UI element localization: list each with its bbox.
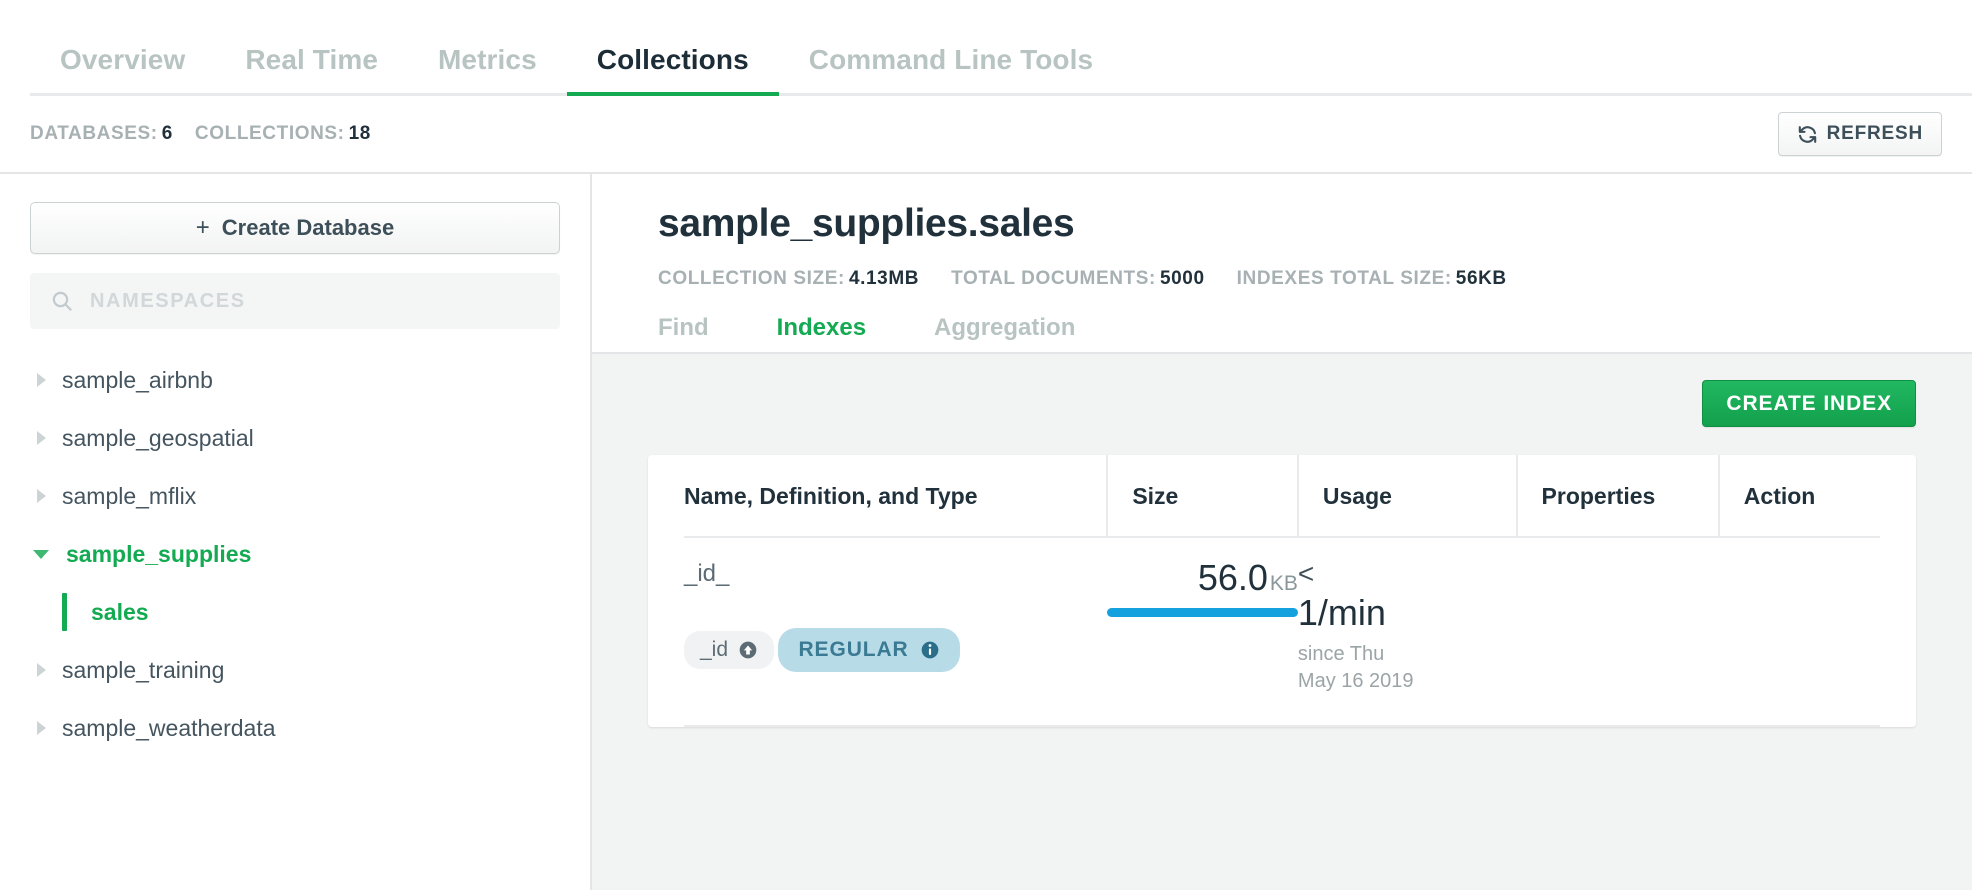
indexes-card: Name, Definition, and Type Size Usage Pr… xyxy=(648,455,1916,727)
namespace-search-placeholder: NAMESPACES xyxy=(90,290,246,313)
collection-sub-tab-bar: Find Indexes Aggregation xyxy=(592,290,1972,352)
index-name-cell: _id_ _id xyxy=(684,537,1107,726)
indexes-total-size-stat: INDEXES TOTAL SIZE:56KB xyxy=(1237,268,1507,290)
tab-aggregation[interactable]: Aggregation xyxy=(934,314,1075,352)
chevron-right-icon[interactable] xyxy=(30,489,52,503)
selected-indicator xyxy=(62,593,67,631)
cluster-stats-bar: DATABASES:6 COLLECTIONS:18 REFRESH xyxy=(0,96,1972,174)
database-name: sample_training xyxy=(62,657,224,684)
database-name: sample_geospatial xyxy=(62,425,254,452)
usage-since-line-2: May 16 2019 xyxy=(1298,668,1517,695)
indexes-total-size-label: INDEXES TOTAL SIZE: xyxy=(1237,268,1452,289)
tab-metrics[interactable]: Metrics xyxy=(408,44,567,96)
index-field-name: _id xyxy=(700,638,728,662)
databases-value: 6 xyxy=(162,123,173,144)
refresh-button[interactable]: REFRESH xyxy=(1778,112,1942,156)
indexes-content: CREATE INDEX Name, Definition, and Type … xyxy=(592,352,1972,890)
databases-label: DATABASES: xyxy=(30,123,158,144)
sidebar-item-sample-mflix[interactable]: sample_mflix xyxy=(30,467,560,525)
index-size-value: 56.0 xyxy=(1198,557,1268,598)
collection-size-value: 4.13MB xyxy=(849,268,919,289)
sidebar-item-sample-geospatial[interactable]: sample_geospatial xyxy=(30,409,560,467)
collections-label: COLLECTIONS: xyxy=(195,123,345,144)
tab-overview[interactable]: Overview xyxy=(30,44,215,96)
collection-size-label: COLLECTION SIZE: xyxy=(658,268,845,289)
databases-stat: DATABASES:6 xyxy=(30,123,173,145)
tab-command-line-tools[interactable]: Command Line Tools xyxy=(779,44,1123,96)
sidebar-item-sample-supplies[interactable]: sample_supplies xyxy=(30,525,560,583)
collection-name: sales xyxy=(91,599,149,626)
tab-find[interactable]: Find xyxy=(658,314,709,352)
indexes-table: Name, Definition, and Type Size Usage Pr… xyxy=(684,455,1880,727)
chevron-right-icon[interactable] xyxy=(30,373,52,387)
chevron-right-icon[interactable] xyxy=(30,721,52,735)
chevron-down-icon[interactable] xyxy=(30,550,52,559)
page-title: sample_supplies.sales xyxy=(658,202,1972,246)
collections-stat: COLLECTIONS:18 xyxy=(195,123,371,145)
create-index-button[interactable]: CREATE INDEX xyxy=(1702,380,1916,427)
atlas-collections-page: Overview Real Time Metrics Collections C… xyxy=(0,0,1972,890)
sort-ascending-icon xyxy=(738,640,758,660)
search-icon xyxy=(50,289,74,313)
collection-header: sample_supplies.sales COLLECTION SIZE:4.… xyxy=(592,174,1972,290)
index-action-cell xyxy=(1719,537,1880,726)
indexes-toolbar: CREATE INDEX xyxy=(648,380,1916,427)
collection-stats: COLLECTION SIZE:4.13MB TOTAL DOCUMENTS:5… xyxy=(658,268,1972,290)
namespace-tree: sample_airbnb sample_geospatial sample_m… xyxy=(30,351,560,757)
sidebar-item-collection-sales[interactable]: sales xyxy=(30,583,560,641)
collection-size-stat: COLLECTION SIZE:4.13MB xyxy=(658,268,919,290)
page-body: + Create Database NAMESPACES sample_airb… xyxy=(0,174,1972,890)
sidebar-item-sample-weatherdata[interactable]: sample_weatherdata xyxy=(30,699,560,757)
column-header-properties: Properties xyxy=(1517,455,1719,537)
index-size-bar xyxy=(1107,608,1298,617)
index-name: _id_ xyxy=(684,560,1107,588)
database-name: sample_airbnb xyxy=(62,367,213,394)
index-size-cell: 56.0KB xyxy=(1107,537,1298,726)
table-row: _id_ _id xyxy=(684,537,1880,726)
refresh-label: REFRESH xyxy=(1827,123,1923,145)
sidebar-item-sample-airbnb[interactable]: sample_airbnb xyxy=(30,351,560,409)
index-type-label: REGULAR xyxy=(798,638,908,662)
collection-detail-panel: sample_supplies.sales COLLECTION SIZE:4.… xyxy=(592,174,1972,890)
usage-since: since Thu May 16 2019 xyxy=(1298,641,1517,695)
index-properties-cell xyxy=(1517,537,1719,726)
usage-rate: 1/min xyxy=(1298,592,1517,633)
tab-collections[interactable]: Collections xyxy=(567,44,779,96)
namespace-sidebar: + Create Database NAMESPACES sample_airb… xyxy=(0,174,592,890)
column-header-action: Action xyxy=(1719,455,1880,537)
index-size-bar-track xyxy=(1107,608,1298,617)
sidebar-item-sample-training[interactable]: sample_training xyxy=(30,641,560,699)
database-name: sample_mflix xyxy=(62,483,196,510)
index-type-badge[interactable]: REGULAR xyxy=(778,628,959,672)
total-documents-label: TOTAL DOCUMENTS: xyxy=(951,268,1156,289)
database-name: sample_supplies xyxy=(66,541,251,568)
indexes-total-size-value: 56KB xyxy=(1456,268,1507,289)
refresh-icon xyxy=(1797,124,1818,145)
column-header-usage: Usage xyxy=(1298,455,1517,537)
tab-indexes[interactable]: Indexes xyxy=(777,314,866,352)
index-usage-cell: < 1/min since Thu May 16 2019 xyxy=(1298,537,1517,726)
database-name: sample_weatherdata xyxy=(62,715,276,742)
collections-value: 18 xyxy=(349,123,371,144)
create-database-button[interactable]: + Create Database xyxy=(30,202,560,254)
info-icon[interactable] xyxy=(920,640,940,660)
cluster-stats-group: DATABASES:6 COLLECTIONS:18 xyxy=(30,123,393,145)
total-documents-value: 5000 xyxy=(1160,268,1205,289)
namespace-search-input[interactable]: NAMESPACES xyxy=(30,273,560,329)
chevron-right-icon[interactable] xyxy=(30,663,52,677)
table-header-row: Name, Definition, and Type Size Usage Pr… xyxy=(684,455,1880,537)
chevron-right-icon[interactable] xyxy=(30,431,52,445)
total-documents-stat: TOTAL DOCUMENTS:5000 xyxy=(951,268,1205,290)
column-header-size: Size xyxy=(1107,455,1298,537)
plus-icon: + xyxy=(196,216,210,240)
create-database-label: Create Database xyxy=(222,215,394,241)
column-header-name: Name, Definition, and Type xyxy=(684,455,1107,537)
usage-comparator: < xyxy=(1298,560,1517,588)
index-size-value-wrap: 56.0KB xyxy=(1107,560,1298,596)
usage-since-line-1: since Thu xyxy=(1298,641,1517,668)
index-field-badge: _id xyxy=(684,631,774,669)
tab-real-time[interactable]: Real Time xyxy=(215,44,408,96)
primary-tab-bar: Overview Real Time Metrics Collections C… xyxy=(0,0,1972,96)
index-size-unit: KB xyxy=(1270,572,1298,595)
